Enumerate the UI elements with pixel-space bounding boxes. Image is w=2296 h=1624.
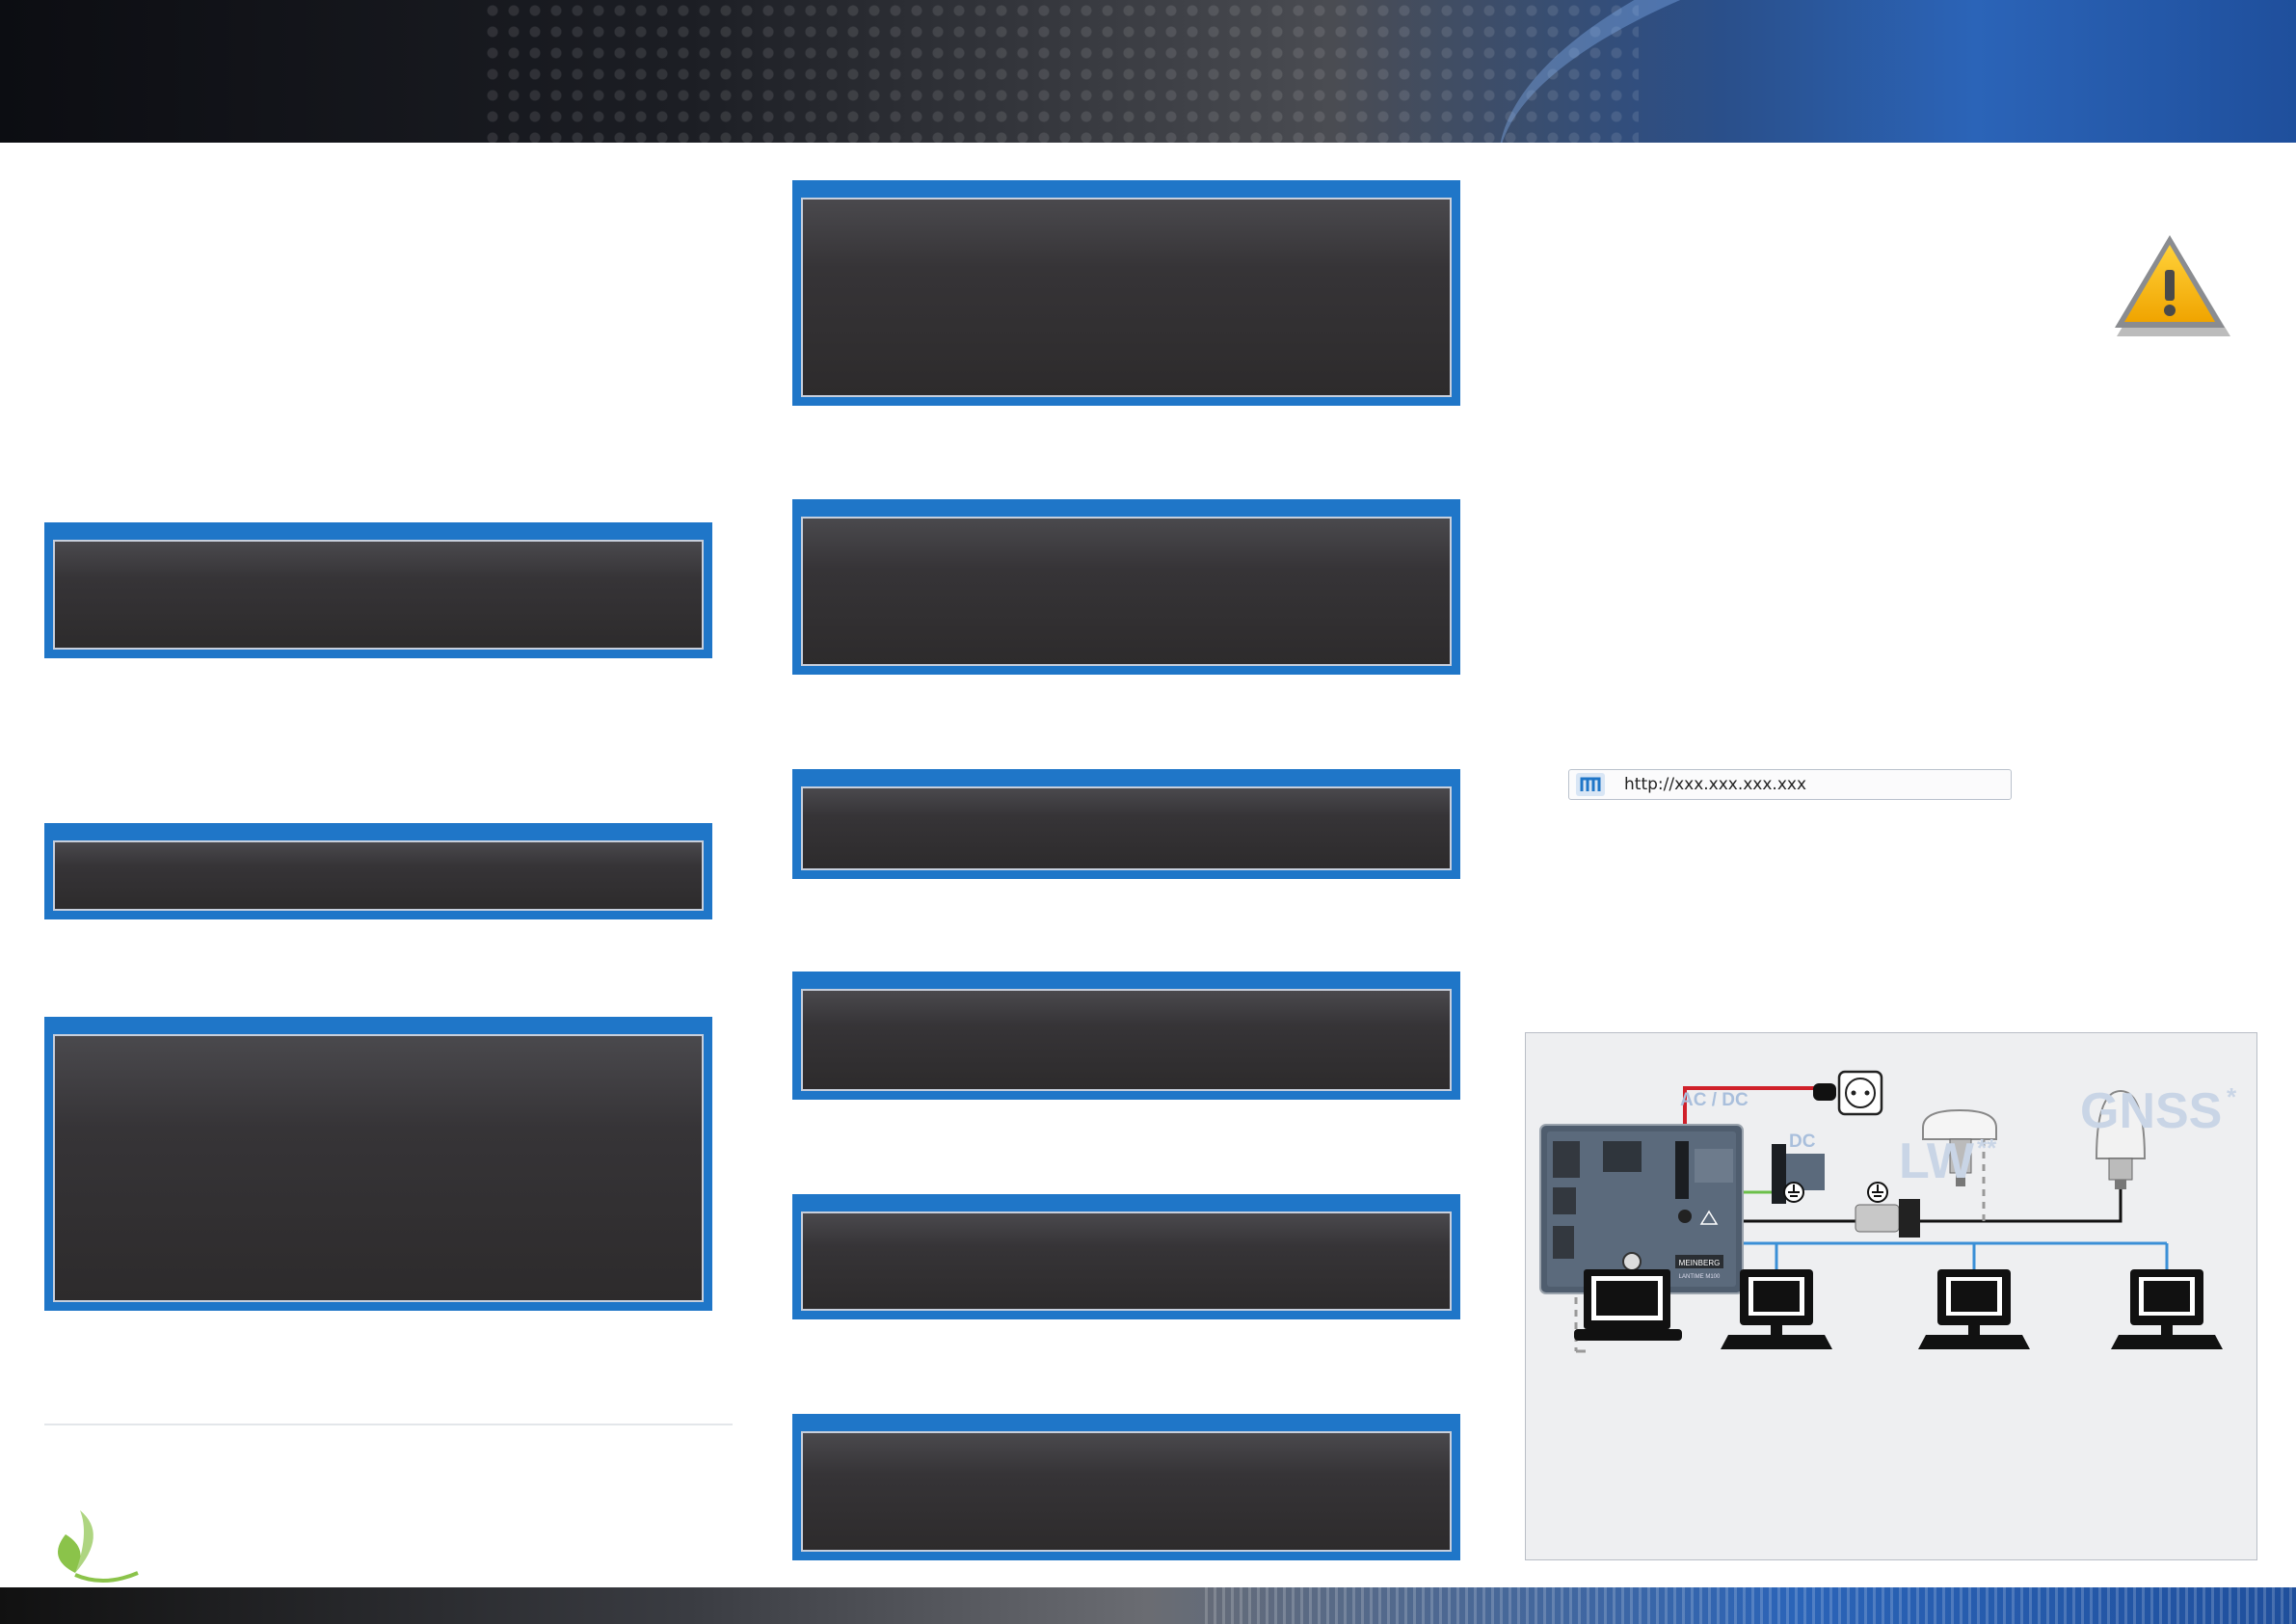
info-panel-mid-6 — [792, 1414, 1460, 1560]
label-dc: DC — [1789, 1131, 1816, 1152]
svg-text:LANTIME M100: LANTIME M100 — [1679, 1274, 1721, 1280]
label-gnss: GNSS — [2080, 1083, 2222, 1139]
label-lw-mark: ** — [1977, 1133, 1997, 1162]
leaf-icon — [58, 1510, 139, 1584]
browser-address-bar[interactable]: http://xxx.xxx.xxx.xxx — [1568, 769, 2012, 800]
warning-icon — [2115, 235, 2230, 336]
surge-protector — [1855, 1204, 1900, 1233]
info-panel-mid-5 — [792, 1194, 1460, 1319]
ground-icon — [1783, 1182, 1888, 1203]
info-panel-mid-1 — [792, 180, 1460, 406]
meinberg-m-icon — [1576, 773, 1605, 796]
header-dot-pattern — [482, 0, 1639, 143]
desktop-computer-icon — [1918, 1269, 2030, 1349]
address-bar-url[interactable]: http://xxx.xxx.xxx.xxx — [1624, 775, 1806, 794]
header-banner — [0, 0, 2296, 143]
footer-banner — [0, 1587, 2296, 1624]
info-panel-mid-2 — [792, 499, 1460, 675]
label-ac-dc: AC / DC — [1680, 1090, 1749, 1110]
label-gnss-mark: * — [2227, 1082, 2237, 1111]
laptop-icon — [1574, 1269, 1682, 1341]
power-socket-icon — [1813, 1070, 1883, 1116]
network-diagram: MEINBERG LANTIME M100 AC / DC DC LW ** G… — [1525, 1032, 2257, 1560]
desktop-computer-icon — [2111, 1269, 2223, 1349]
label-lw: LW — [1899, 1133, 1975, 1189]
info-panel-left-2 — [44, 823, 712, 919]
info-panel-mid-3 — [792, 769, 1460, 879]
divider — [44, 1424, 733, 1425]
info-panel-left-1 — [44, 522, 712, 658]
info-panel-left-3 — [44, 1017, 712, 1311]
lantime-device: MEINBERG LANTIME M100 — [1539, 1124, 1744, 1294]
info-panel-mid-4 — [792, 972, 1460, 1100]
svg-text:MEINBERG: MEINBERG — [1679, 1259, 1721, 1267]
footer-stripes — [1205, 1587, 2296, 1624]
